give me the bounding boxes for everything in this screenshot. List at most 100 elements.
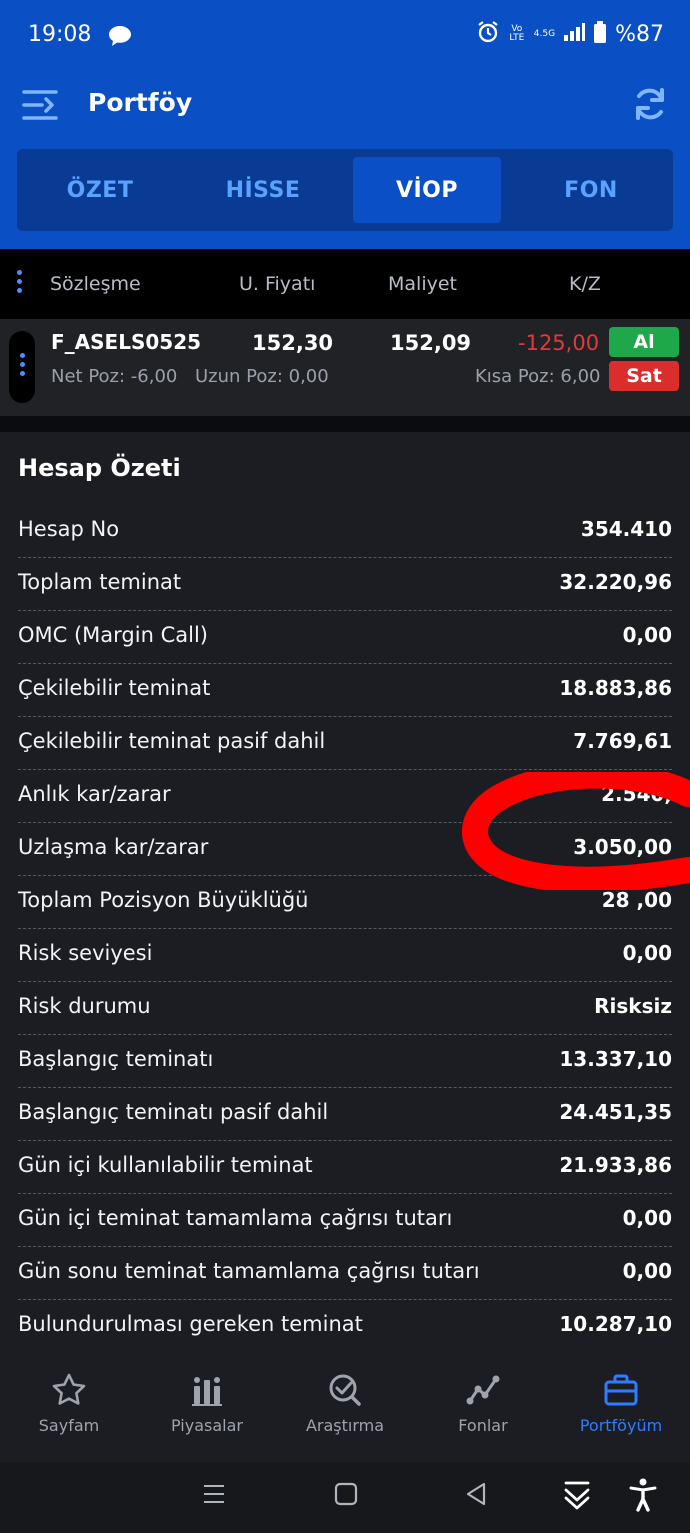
position-pl: -125,00 (518, 331, 600, 355)
summary-title: Hesap Özeti (18, 454, 181, 482)
home-icon[interactable] (334, 1480, 358, 1512)
tab-fon[interactable]: FON (517, 157, 665, 223)
battery-percent: %87 (615, 21, 664, 47)
recent-apps-icon[interactable] (202, 1480, 226, 1512)
list-item: Başlangıç teminatı pasif dahil 24.451,35 (18, 1088, 672, 1141)
summary-label: Anlık kar/zarar (18, 782, 171, 806)
tab-viop[interactable]: VİOP (353, 157, 501, 223)
nav-item-sayfam[interactable]: Sayfam (9, 1372, 129, 1435)
net-position: Net Poz: -6,00 (51, 366, 178, 387)
sell-button[interactable]: Sat (609, 361, 679, 391)
summary-label: Toplam teminat (18, 570, 182, 594)
collapse-keyboard-icon[interactable] (563, 1480, 591, 1516)
list-item: Gün sonu teminat tamamlama çağrısı tutar… (18, 1247, 672, 1300)
briefcase-icon (561, 1372, 681, 1410)
summary-label: Risk durumu (18, 994, 151, 1018)
nav-label: Sayfam (38, 1416, 100, 1435)
column-contract: Sözleşme (50, 273, 141, 295)
table-row[interactable]: F_ASELS0525 152,30 152,09 -125,00 Net Po… (0, 319, 690, 416)
status-time: 19:08 (28, 22, 92, 47)
red-annotation-scribble (462, 772, 690, 890)
summary-label: Başlangıç teminatı (18, 1047, 214, 1071)
top-bar: Portföy (0, 70, 690, 142)
app-header: 19:08 Vo LTE 4.5G %87 Portföy ÖZET HİSSE… (0, 0, 690, 249)
column-pl: K/Z (569, 273, 601, 295)
tab-hisse[interactable]: HİSSE (189, 157, 337, 223)
signal-icon (563, 22, 586, 46)
positions-table-header: Sözleşme U. Fiyatı Maliyet K/Z (0, 249, 690, 319)
list-item: Risk seviyesi 0,00 (18, 929, 672, 982)
column-cost: Maliyet (388, 273, 457, 295)
summary-value: 18.883,86 (559, 676, 672, 700)
list-item: Çekilebilir teminat 18.883,86 (18, 664, 672, 717)
nav-label: Portföyüm (579, 1416, 663, 1435)
nav-item-arastirma[interactable]: Araştırma (285, 1372, 405, 1435)
summary-value: 28 ,00 (601, 888, 672, 912)
summary-value: Risksiz (594, 994, 672, 1018)
nav-item-portfoyum[interactable]: Portföyüm (561, 1372, 681, 1435)
funds-icon (423, 1372, 543, 1410)
section-divider (0, 416, 690, 432)
list-item: Risk durumu Risksiz (18, 982, 672, 1035)
nav-label: Piyasalar (171, 1416, 243, 1435)
research-icon (285, 1372, 405, 1410)
chat-notification-icon (108, 25, 132, 51)
summary-value: 24.451,35 (559, 1100, 672, 1124)
summary-label: Hesap No (18, 517, 120, 541)
accessibility-icon[interactable] (629, 1478, 657, 1516)
tab-ozet[interactable]: ÖZET (26, 157, 174, 223)
short-position: Kısa Poz: 6,00 (475, 366, 601, 387)
summary-label: Gün sonu teminat tamamlama çağrısı tutar… (18, 1259, 480, 1283)
list-item: Gün içi kullanılabilir teminat 21.933,86 (18, 1141, 672, 1194)
more-options-icon[interactable] (20, 353, 26, 380)
list-item: Toplam teminat 32.220,96 (18, 558, 672, 611)
summary-value: 10.287,10 (559, 1312, 672, 1336)
summary-label: Çekilebilir teminat (18, 676, 211, 700)
summary-label: Uzlaşma kar/zarar (18, 835, 209, 859)
summary-value: 0,00 (622, 1259, 672, 1283)
star-icon (9, 1372, 129, 1410)
summary-label: Bulundurulması gereken teminat (18, 1312, 363, 1336)
page-title: Portföy (88, 88, 193, 117)
list-item: Başlangıç teminatı 13.337,10 (18, 1035, 672, 1088)
portfolio-tabs: ÖZET HİSSE VİOP FON (17, 149, 673, 231)
menu-icon[interactable] (22, 88, 58, 126)
buy-button[interactable]: Al (609, 327, 679, 357)
summary-label: Gün içi kullanılabilir teminat (18, 1153, 313, 1177)
alarm-icon (476, 20, 500, 48)
refresh-icon[interactable] (632, 86, 668, 126)
status-bar: 19:08 Vo LTE 4.5G %87 (0, 0, 690, 70)
summary-value: 0,00 (622, 1206, 672, 1230)
market-icon (147, 1372, 267, 1410)
battery-icon (593, 21, 607, 47)
list-item: Bulundurulması gereken teminat 10.287,10 (18, 1300, 672, 1353)
contract-symbol: F_ASELS0525 (51, 330, 202, 354)
back-icon[interactable] (464, 1480, 488, 1512)
account-summary: Hesap Özeti Hesap No 354.410 Toplam temin… (0, 432, 690, 1353)
summary-label: Risk seviyesi (18, 941, 153, 965)
nav-label: Araştırma (305, 1416, 385, 1435)
nav-label: Fonlar (458, 1416, 508, 1435)
summary-list: Hesap No 354.410 Toplam teminat 32.220,96 … (18, 505, 672, 1353)
long-position: Uzun Poz: 0,00 (195, 366, 329, 387)
summary-label: Başlangıç teminatı pasif dahil (18, 1100, 329, 1124)
list-item: Hesap No 354.410 (18, 505, 672, 558)
summary-label: Toplam Pozisyon Büyüklüğü (18, 888, 309, 912)
summary-value: 7.769,61 (573, 729, 672, 753)
list-item: Çekilebilir teminat pasif dahil 7.769,61 (18, 717, 672, 770)
volte-label: Vo LTE (509, 24, 525, 43)
row-options-handle[interactable] (9, 331, 35, 403)
list-item: Gün içi teminat tamamlama çağrısı tutarı… (18, 1194, 672, 1247)
column-price: U. Fiyatı (239, 273, 316, 295)
network-type: 4.5G (533, 28, 556, 39)
position-cost: 152,09 (390, 331, 472, 355)
summary-value: 13.337,10 (559, 1047, 672, 1071)
column-options-icon[interactable] (17, 270, 23, 297)
summary-value: 0,00 (622, 623, 672, 647)
bottom-navigation: Sayfam Piyasalar Araştırma Fonlar Portfö… (0, 1352, 690, 1462)
summary-value: 32.220,96 (559, 570, 672, 594)
nav-item-fonlar[interactable]: Fonlar (423, 1372, 543, 1435)
summary-label: Gün içi teminat tamamlama çağrısı tutarı (18, 1206, 453, 1230)
summary-label: Çekilebilir teminat pasif dahil (18, 729, 326, 753)
nav-item-piyasalar[interactable]: Piyasalar (147, 1372, 267, 1435)
